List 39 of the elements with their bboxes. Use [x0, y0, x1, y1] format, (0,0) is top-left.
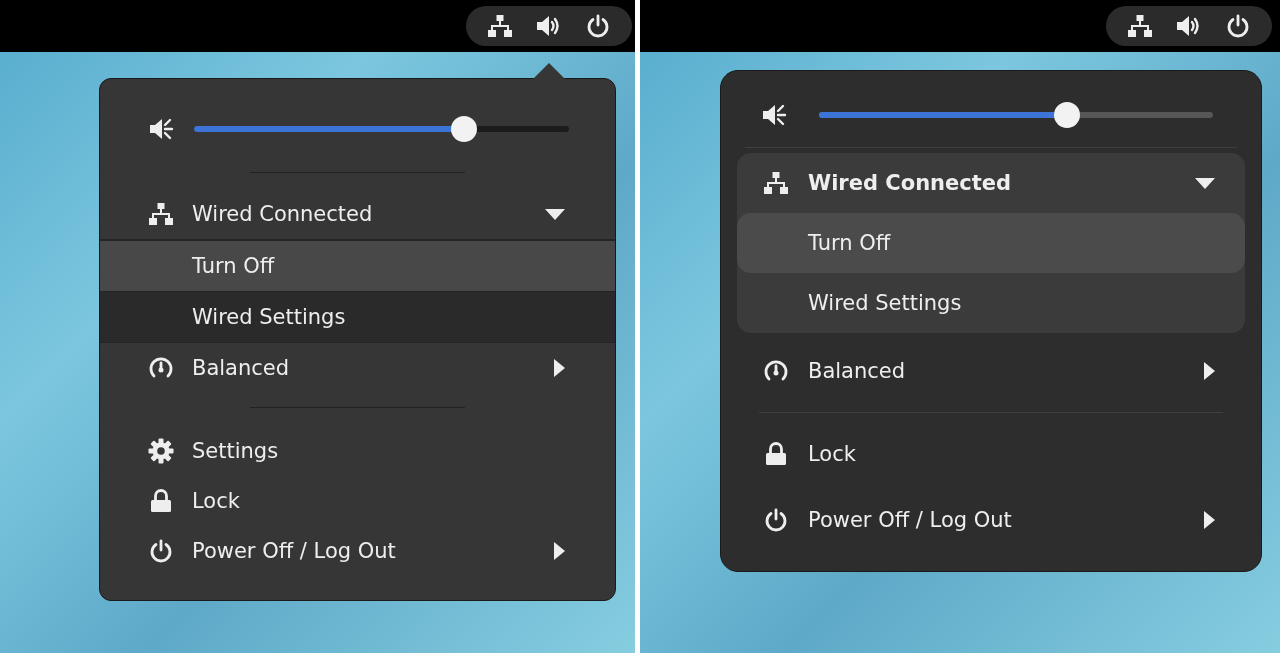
- gauge-icon: [762, 359, 789, 383]
- power-icon: [763, 508, 788, 532]
- menu-item[interactable]: Lock: [737, 421, 1245, 487]
- caret-right-icon: [1204, 362, 1215, 380]
- speaker-icon: [148, 117, 174, 141]
- power-icon: [586, 14, 610, 38]
- menu-item[interactable]: Lock: [100, 476, 615, 526]
- menu-item[interactable]: Settings: [100, 426, 615, 476]
- caret-down-icon: [545, 208, 565, 220]
- menu-item[interactable]: Power Off / Log Out: [100, 526, 615, 576]
- system-status-button[interactable]: [466, 6, 632, 46]
- submenu-item[interactable]: Wired Settings: [100, 292, 615, 343]
- menu-item[interactable]: Balanced: [100, 343, 615, 393]
- network-icon: [149, 203, 173, 225]
- lock-icon: [150, 489, 172, 513]
- speaker-icon: [1176, 14, 1202, 38]
- system-status-button[interactable]: [1106, 6, 1272, 46]
- submenu-item[interactable]: Turn Off: [100, 241, 615, 292]
- caret-right-icon: [1204, 511, 1215, 529]
- power-icon: [149, 539, 173, 563]
- menu-item[interactable]: Balanced: [737, 338, 1245, 404]
- network-icon: [763, 172, 788, 194]
- lock-icon: [764, 442, 787, 466]
- caret-down-icon: [1195, 177, 1215, 189]
- submenu-item[interactable]: Wired Settings: [737, 273, 1245, 333]
- submenu-item[interactable]: Turn Off: [737, 213, 1245, 273]
- network-icon: [488, 15, 512, 37]
- menu-item[interactable]: Power Off / Log Out: [737, 487, 1245, 553]
- speaker-icon: [536, 14, 562, 38]
- settings-icon: [148, 438, 174, 464]
- speaker-icon: [761, 103, 787, 127]
- network-icon: [1128, 15, 1152, 37]
- caret-right-icon: [554, 542, 565, 560]
- slider-thumb[interactable]: [1054, 102, 1081, 128]
- gauge-icon: [148, 356, 174, 380]
- power-icon: [1226, 14, 1250, 38]
- caret-right-icon: [554, 359, 565, 377]
- menu-item[interactable]: Wired Connected: [737, 153, 1245, 213]
- slider-thumb[interactable]: [451, 116, 477, 142]
